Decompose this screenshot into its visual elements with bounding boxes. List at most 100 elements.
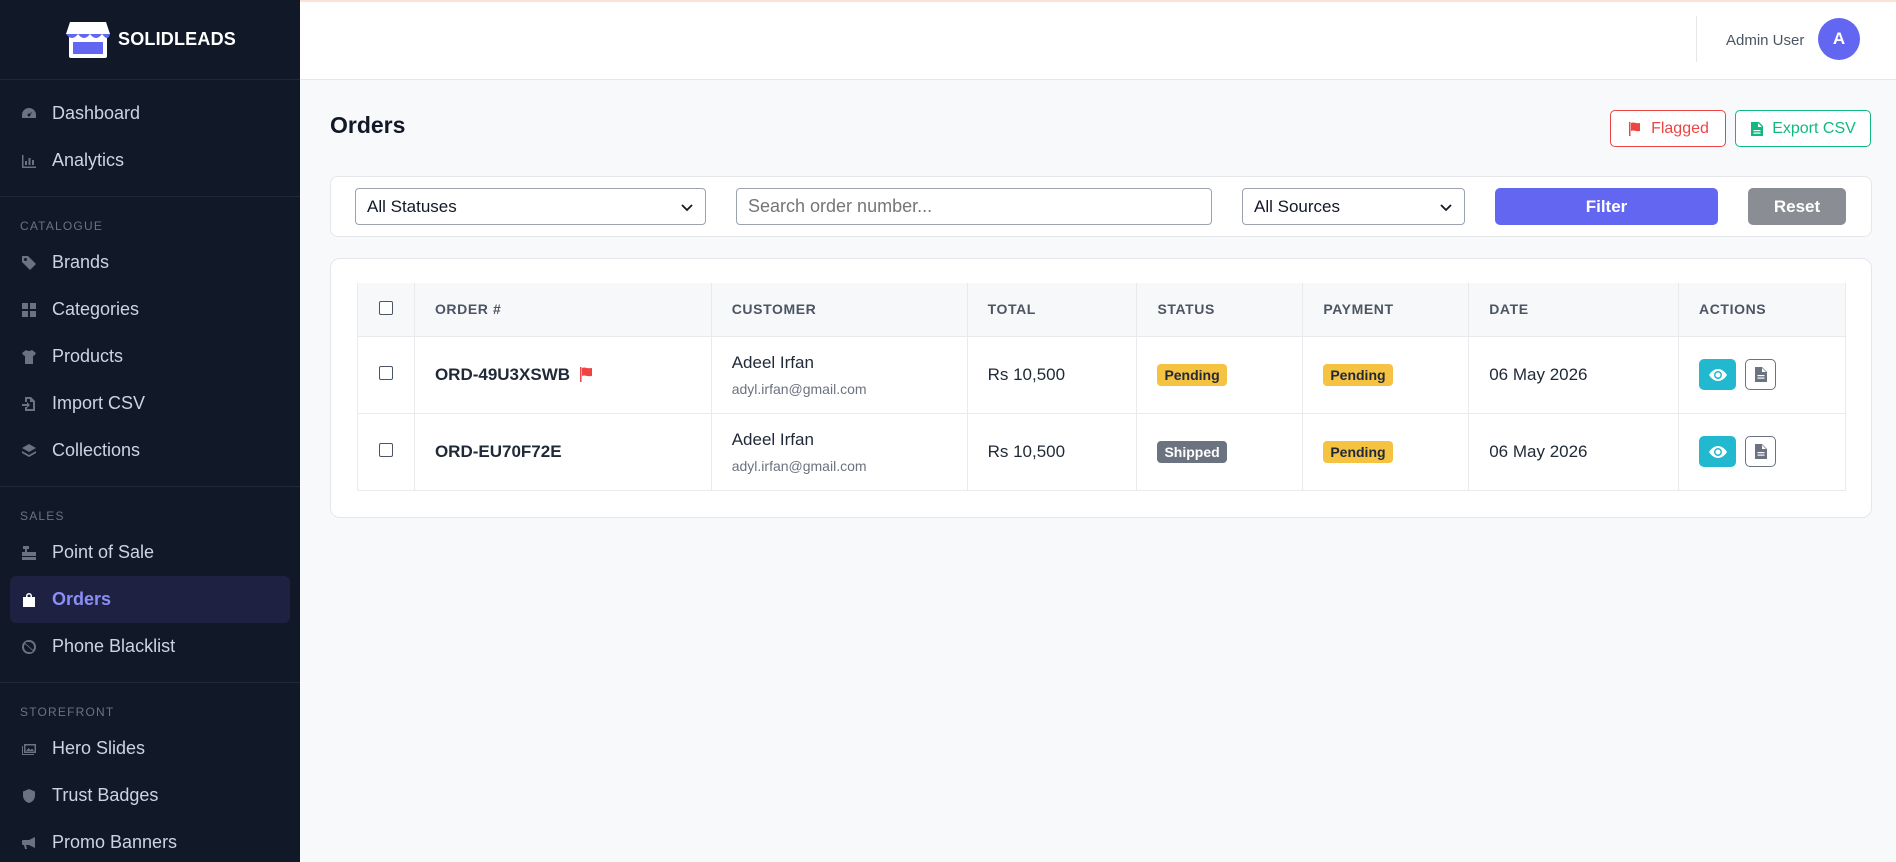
customer-cell: Adeel Irfan adyl.irfan@gmail.com — [711, 413, 968, 491]
status-cell: Pending — [1136, 336, 1304, 414]
reset-button[interactable]: Reset — [1748, 188, 1846, 225]
status-select[interactable]: All Statuses — [355, 188, 706, 225]
admin-user-name[interactable]: Admin User — [1726, 32, 1804, 49]
total-cell: Rs 10,500 — [967, 336, 1138, 414]
sidebar-item-import-csv[interactable]: Import CSV — [10, 380, 290, 427]
ban-icon — [20, 638, 38, 656]
order-number[interactable]: ORD-49U3XSWB — [435, 365, 593, 385]
column-header-order[interactable]: ORDER # — [414, 283, 712, 337]
sidebar-item-collections[interactable]: Collections — [10, 427, 290, 474]
sidebar-item-label: Categories — [52, 299, 140, 319]
customer-email: adyl.irfan@gmail.com — [731, 457, 867, 474]
topbar-divider — [1696, 16, 1697, 62]
sidebar-item-trust-badges[interactable]: Trust Badges — [10, 772, 290, 819]
order-number-cell: ORD-EU70F72E — [414, 413, 712, 491]
sidebar-item-orders[interactable]: Orders — [10, 576, 290, 623]
divider — [0, 486, 300, 487]
avatar[interactable]: A — [1818, 18, 1860, 60]
order-number-text: ORD-EU70F72E — [434, 441, 562, 461]
order-number[interactable]: ORD-EU70F72E — [435, 442, 562, 462]
search-input[interactable] — [736, 188, 1212, 225]
column-header-customer[interactable]: CUSTOMER — [711, 283, 968, 337]
sidebar-item-products[interactable]: Products — [10, 333, 290, 380]
actions-cell — [1678, 336, 1846, 414]
brand[interactable]: SOLIDLEADS — [0, 0, 300, 80]
divider — [0, 682, 300, 683]
source-select[interactable]: All Sources — [1242, 188, 1465, 225]
select-all-checkbox[interactable] — [378, 300, 393, 315]
filter-button[interactable]: Filter — [1495, 188, 1718, 225]
flagged-button[interactable]: Flagged — [1610, 110, 1726, 147]
gauge-icon — [20, 105, 38, 123]
column-header-total[interactable]: TOTAL — [967, 283, 1138, 337]
source-select-value: All Sources — [1254, 196, 1340, 216]
customer-email: adyl.irfan@gmail.com — [731, 380, 867, 397]
sidebar-item-analytics[interactable]: Analytics — [10, 137, 290, 184]
sidebar-item-brands[interactable]: Brands — [10, 239, 290, 286]
sidebar-item-phone-blacklist[interactable]: Phone Blacklist — [10, 623, 290, 670]
sidebar-item-label: Brands — [52, 252, 110, 272]
table-row: ORD-49U3XSWB Adeel Irfan adyl.irfan@gmai… — [357, 336, 1846, 414]
sidebar-item-label: Orders — [52, 589, 112, 609]
total-cell: Rs 10,500 — [967, 413, 1138, 491]
file-import-icon — [20, 395, 38, 413]
sidebar-item-label: Import CSV — [52, 393, 146, 413]
sidebar-item-label: Products — [52, 346, 124, 366]
orders-table-card: ORDER # CUSTOMER TOTAL STATUS PAYMENT DA… — [330, 258, 1872, 518]
row-checkbox[interactable] — [378, 365, 393, 380]
customer-name: Adeel Irfan — [731, 429, 814, 449]
sidebar-item-label: Trust Badges — [52, 785, 159, 805]
layers-icon — [20, 442, 38, 460]
export-csv-label: Export CSV — [1772, 119, 1856, 137]
sidebar-item-label: Phone Blacklist — [52, 636, 176, 656]
invoice-button[interactable] — [1745, 436, 1777, 467]
sidebar-item-label: Hero Slides — [52, 738, 146, 758]
sidebar-item-categories[interactable]: Categories — [10, 286, 290, 333]
sidebar-item-hero-slides[interactable]: Hero Slides — [10, 725, 290, 772]
sidebar-item-label: Collections — [52, 440, 141, 460]
status-badge: Pending — [1157, 363, 1227, 386]
payment-cell: Pending — [1302, 336, 1470, 414]
brand-name: SOLIDLEADS — [117, 29, 236, 49]
sidebar-item-point-of-sale[interactable]: Point of Sale — [10, 529, 290, 576]
divider — [0, 196, 300, 197]
sidebar: SOLIDLEADS Dashboard Analytics CATALOGUE… — [0, 0, 300, 862]
chevron-down-icon — [1440, 203, 1452, 211]
payment-badge: Pending — [1323, 440, 1393, 463]
column-header-payment[interactable]: PAYMENT — [1302, 283, 1470, 337]
column-header-date[interactable]: DATE — [1468, 283, 1680, 337]
eye-icon — [1708, 368, 1727, 381]
date-cell: 06 May 2026 — [1468, 413, 1680, 491]
column-header-status[interactable]: STATUS — [1136, 283, 1304, 337]
row-checkbox[interactable] — [378, 442, 393, 457]
tag-icon — [20, 254, 38, 272]
chevron-down-icon — [681, 203, 693, 211]
megaphone-icon — [20, 834, 38, 852]
column-header-actions: ACTIONS — [1678, 283, 1846, 337]
payment-badge: Pending — [1323, 363, 1393, 386]
customer-cell: Adeel Irfan adyl.irfan@gmail.com — [711, 336, 968, 414]
sidebar-nav: Dashboard Analytics CATALOGUE Brands Cat… — [0, 80, 300, 862]
actions-cell — [1678, 413, 1846, 491]
sidebar-item-label: Point of Sale — [52, 542, 155, 562]
sidebar-item-dashboard[interactable]: Dashboard — [10, 90, 290, 137]
file-text-icon — [1754, 444, 1767, 459]
flagged-button-label: Flagged — [1651, 119, 1709, 137]
flag-icon — [580, 367, 593, 382]
row-select-cell — [357, 413, 415, 491]
sidebar-item-promo-banners[interactable]: Promo Banners — [10, 819, 290, 862]
bag-icon — [20, 591, 38, 609]
invoice-button[interactable] — [1745, 359, 1777, 390]
status-cell: Shipped — [1136, 413, 1304, 491]
payment-cell: Pending — [1302, 413, 1470, 491]
view-order-button[interactable] — [1699, 436, 1737, 467]
eye-icon — [1708, 445, 1727, 458]
status-badge: Shipped — [1157, 440, 1227, 463]
export-csv-button[interactable]: Export CSV — [1735, 110, 1871, 147]
customer-name: Adeel Irfan — [731, 352, 814, 372]
flag-icon — [1629, 121, 1641, 136]
view-order-button[interactable] — [1699, 359, 1737, 390]
status-select-value: All Statuses — [367, 196, 457, 216]
select-all-cell — [357, 283, 415, 337]
section-label-catalogue: CATALOGUE — [20, 219, 104, 233]
